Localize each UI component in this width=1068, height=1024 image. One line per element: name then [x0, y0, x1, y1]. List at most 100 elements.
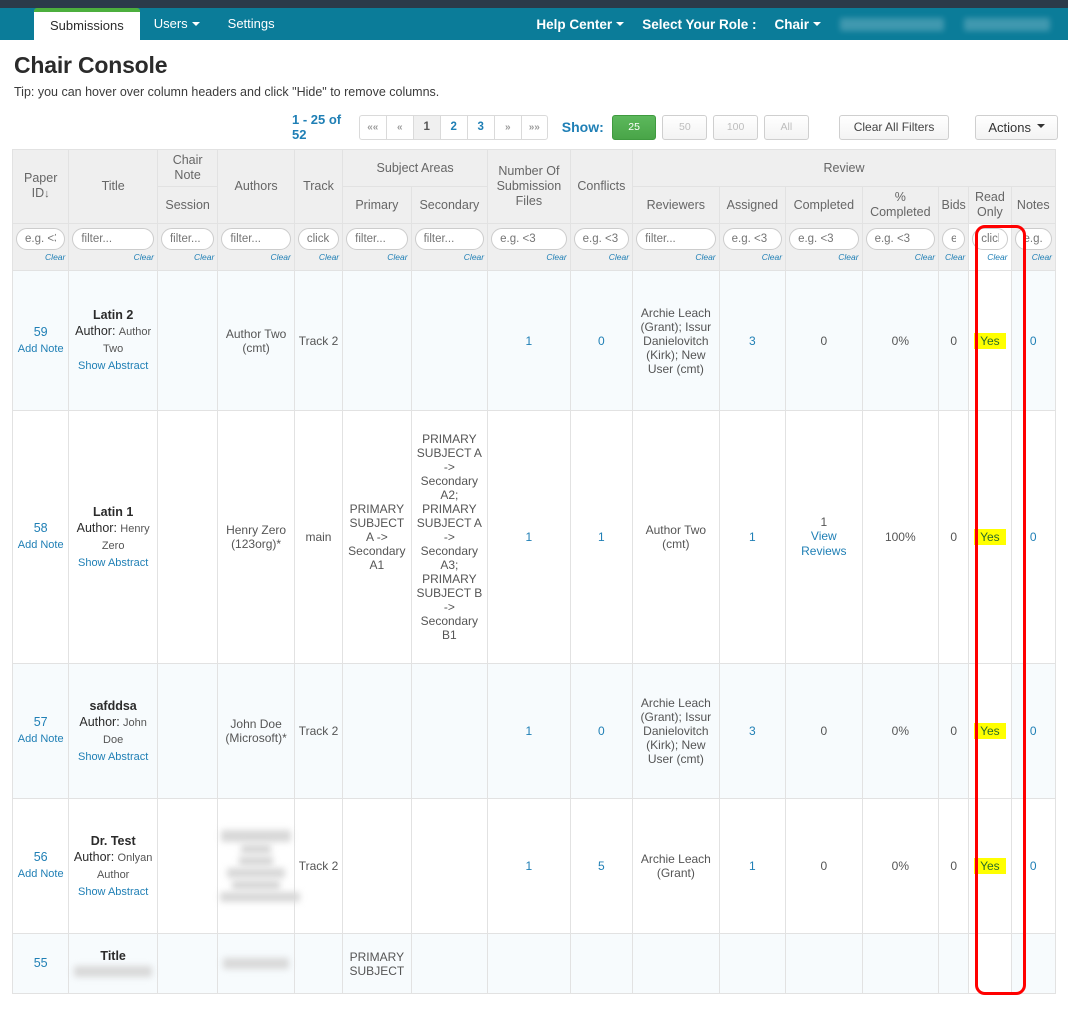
filter-clear-completed[interactable]: Clear	[789, 252, 859, 262]
filter-input-reviewers[interactable]	[636, 228, 716, 250]
cell-chair-note[interactable]	[157, 799, 217, 934]
filter-input-paper_id[interactable]	[16, 228, 65, 250]
filter-clear-secondary[interactable]: Clear	[415, 252, 485, 262]
cell-chair-note[interactable]	[157, 664, 217, 799]
filter-input-bids[interactable]	[942, 228, 965, 250]
nav-tab-settings[interactable]: Settings	[214, 8, 289, 40]
nav-role-chair[interactable]: Chair	[765, 17, 830, 32]
cell-read-only[interactable]	[969, 934, 1011, 994]
show-abstract-link[interactable]: Show Abstract	[71, 884, 155, 900]
cell-paper-id[interactable]: 57Add Note	[13, 664, 69, 799]
page-3-button[interactable]: 3	[467, 115, 494, 140]
show-abstract-link[interactable]: Show Abstract	[71, 749, 155, 765]
filter-input-read_only[interactable]	[972, 228, 1007, 250]
table-row[interactable]: 58Add NoteLatin 1Author: Henry ZeroShow …	[13, 411, 1056, 664]
filter-input-track[interactable]	[298, 228, 339, 250]
add-note-link[interactable]: Add Note	[15, 341, 66, 358]
cell-chair-note[interactable]	[157, 934, 217, 994]
clear-all-filters-button[interactable]: Clear All Filters	[839, 115, 950, 140]
cell-title[interactable]: Latin 2Author: Author TwoShow Abstract	[69, 271, 158, 411]
filter-clear-authors[interactable]: Clear	[221, 252, 291, 262]
filter-clear-assigned[interactable]: Clear	[723, 252, 782, 262]
col-header-authors[interactable]: Authors	[218, 150, 295, 224]
page-size-all-button[interactable]: All	[764, 115, 809, 140]
col-header-completed[interactable]: Completed	[786, 187, 863, 224]
col-header-num-files[interactable]: Number Of Submission Files	[488, 150, 571, 224]
col-header-reviewers[interactable]: Reviewers	[633, 187, 720, 224]
filter-input-conflicts[interactable]	[574, 228, 629, 250]
show-abstract-link[interactable]: Show Abstract	[71, 555, 155, 571]
nav-tab-submissions[interactable]: Submissions	[34, 8, 140, 40]
page-next-button[interactable]: »	[494, 115, 521, 140]
col-header-assigned[interactable]: Assigned	[719, 187, 785, 224]
filter-input-chair_note[interactable]	[161, 228, 214, 250]
cell-read-only[interactable]: Yes	[969, 799, 1011, 934]
page-2-button[interactable]: 2	[440, 115, 467, 140]
filter-clear-conflicts[interactable]: Clear	[574, 252, 629, 262]
view-reviews-link[interactable]: View Reviews	[788, 529, 860, 559]
filter-clear-paper_id[interactable]: Clear	[16, 252, 65, 262]
filter-clear-bids[interactable]: Clear	[942, 252, 965, 262]
cell-read-only[interactable]: Yes	[969, 411, 1011, 664]
col-header-track[interactable]: Track	[294, 150, 342, 224]
filter-clear-track[interactable]: Clear	[298, 252, 339, 262]
add-note-link[interactable]: Add Note	[15, 866, 66, 883]
col-header-paper-id[interactable]: Paper ID↓	[13, 150, 69, 224]
filter-input-num_files[interactable]	[491, 228, 567, 250]
col-header-subject-areas[interactable]: Subject Areas	[343, 150, 488, 187]
filter-clear-read_only[interactable]: Clear	[972, 252, 1007, 262]
page-prev-button[interactable]: «	[386, 115, 413, 140]
page-size-100-button[interactable]: 100	[713, 115, 758, 140]
add-note-link[interactable]: Add Note	[15, 537, 66, 554]
cell-title[interactable]: Latin 1Author: Henry ZeroShow Abstract	[69, 411, 158, 664]
filter-input-authors[interactable]	[221, 228, 291, 250]
cell-completed[interactable]: 1View Reviews	[786, 411, 863, 664]
col-header-read-only[interactable]: Read Only	[969, 187, 1011, 224]
nav-help-center[interactable]: Help Center	[527, 17, 633, 32]
filter-clear-title[interactable]: Clear	[72, 252, 154, 262]
actions-button[interactable]: Actions	[975, 115, 1058, 140]
cell-paper-id[interactable]: 58Add Note	[13, 411, 69, 664]
page-last-button[interactable]: »»	[521, 115, 548, 140]
cell-paper-id[interactable]: 59Add Note	[13, 271, 69, 411]
cell-read-only[interactable]: Yes	[969, 664, 1011, 799]
cell-chair-note[interactable]	[157, 411, 217, 664]
filter-input-assigned[interactable]	[723, 228, 782, 250]
filter-clear-num_files[interactable]: Clear	[491, 252, 567, 262]
cell-chair-note[interactable]	[157, 271, 217, 411]
cell-read-only[interactable]: Yes	[969, 271, 1011, 411]
page-size-25-button[interactable]: 25	[612, 115, 657, 140]
filter-input-completed[interactable]	[789, 228, 859, 250]
col-header-secondary[interactable]: Secondary	[411, 187, 488, 224]
add-note-link[interactable]: Add Note	[15, 731, 66, 748]
cell-title[interactable]: Dr. TestAuthor: Onlyan AuthorShow Abstra…	[69, 799, 158, 934]
filter-clear-primary[interactable]: Clear	[346, 252, 407, 262]
filter-input-notes[interactable]	[1015, 228, 1052, 250]
filter-clear-chair_note[interactable]: Clear	[161, 252, 214, 262]
filter-clear-notes[interactable]: Clear	[1015, 252, 1052, 262]
cell-title[interactable]: safddsaAuthor: John DoeShow Abstract	[69, 664, 158, 799]
col-header-conflicts[interactable]: Conflicts	[570, 150, 632, 224]
col-header-primary[interactable]: Primary	[343, 187, 411, 224]
cell-title[interactable]: Title	[69, 934, 158, 994]
page-first-button[interactable]: ««	[359, 115, 386, 140]
filter-input-primary[interactable]	[346, 228, 407, 250]
page-1-button[interactable]: 1	[413, 115, 440, 140]
filter-input-pct_completed[interactable]	[866, 228, 936, 250]
table-row[interactable]: 56Add NoteDr. TestAuthor: Onlyan AuthorS…	[13, 799, 1056, 934]
table-row[interactable]: 59Add NoteLatin 2Author: Author TwoShow …	[13, 271, 1056, 411]
cell-paper-id[interactable]: 55	[13, 934, 69, 994]
nav-tab-users[interactable]: Users	[140, 8, 214, 40]
filter-input-title[interactable]	[72, 228, 154, 250]
col-header-notes[interactable]: Notes	[1011, 187, 1055, 224]
col-header-pct-completed[interactable]: % Completed	[862, 187, 939, 224]
filter-clear-reviewers[interactable]: Clear	[636, 252, 716, 262]
filter-clear-pct_completed[interactable]: Clear	[866, 252, 936, 262]
col-header-review[interactable]: Review	[633, 150, 1056, 187]
show-abstract-link[interactable]: Show Abstract	[71, 358, 155, 374]
page-size-50-button[interactable]: 50	[662, 115, 707, 140]
table-row[interactable]: 57Add NotesafddsaAuthor: John DoeShow Ab…	[13, 664, 1056, 799]
col-header-chair-note[interactable]: Chair Note	[157, 150, 217, 187]
table-row[interactable]: 55TitlePRIMARY SUBJECT	[13, 934, 1056, 994]
filter-input-secondary[interactable]	[415, 228, 485, 250]
